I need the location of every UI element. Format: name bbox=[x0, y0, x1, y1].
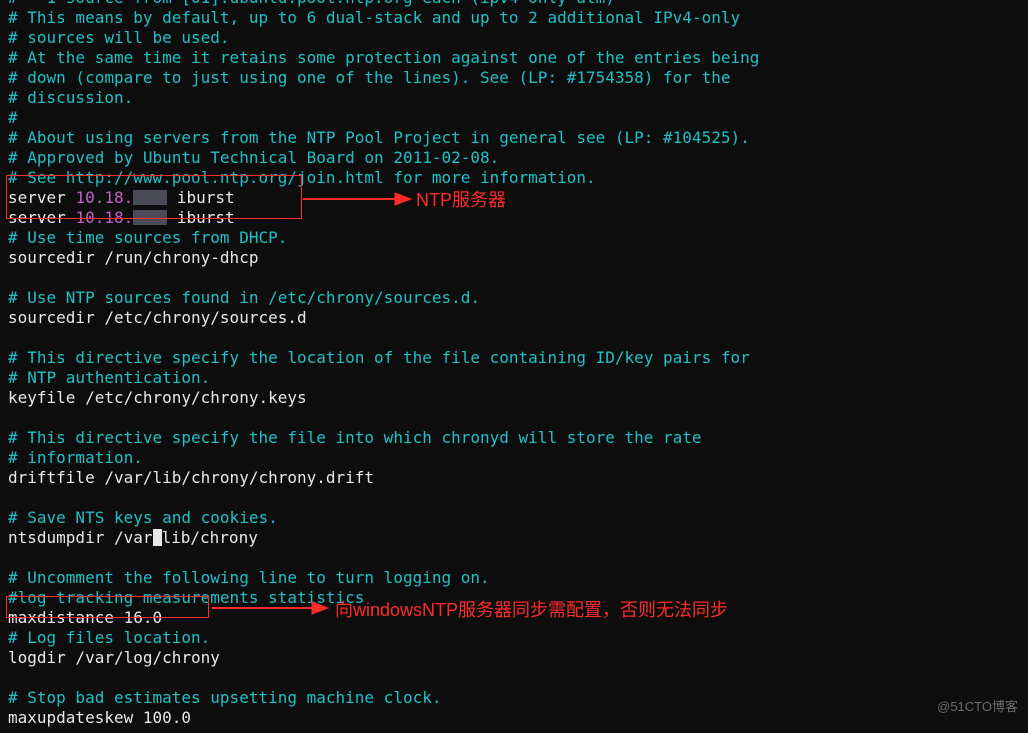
comment-text: # About using servers from the NTP Pool … bbox=[8, 128, 750, 147]
config-directive: maxdistance 16.0 bbox=[8, 608, 162, 627]
comment-text: # 1 source from [01].ubuntu.pool.ntp.org… bbox=[8, 0, 615, 7]
annotation-label-ntp: NTP服务器 bbox=[416, 186, 506, 212]
comment-text: # Use NTP sources found in /etc/chrony/s… bbox=[8, 288, 480, 307]
config-directive: driftfile /var/lib/chrony/chrony.drift bbox=[8, 468, 374, 487]
terminal-line bbox=[8, 328, 1028, 348]
comment-text: # At the same time it retains some prote… bbox=[8, 48, 759, 67]
comment-text: # Approved by Ubuntu Technical Board on … bbox=[8, 148, 499, 167]
watermark: @51CTO博客 bbox=[937, 696, 1018, 715]
terminal-line: # 1 source from [01].ubuntu.pool.ntp.org… bbox=[8, 0, 1028, 8]
terminal-line: # down (compare to just using one of the… bbox=[8, 68, 1028, 88]
terminal-line: sourcedir /run/chrony-dhcp bbox=[8, 248, 1028, 268]
terminal-line: # Stop bad estimates upsetting machine c… bbox=[8, 688, 1028, 708]
terminal-line: # discussion. bbox=[8, 88, 1028, 108]
terminal-line: # Use time sources from DHCP. bbox=[8, 228, 1028, 248]
terminal-line: server 10.18. iburst bbox=[8, 188, 1028, 208]
comment-text: # NTP authentication. bbox=[8, 368, 210, 387]
comment-text: # Uncomment the following line to turn l… bbox=[8, 568, 490, 587]
terminal-line bbox=[8, 548, 1028, 568]
terminal-line: # sources will be used. bbox=[8, 28, 1028, 48]
config-directive: keyfile /etc/chrony/chrony.keys bbox=[8, 388, 307, 407]
redacted-segment bbox=[133, 190, 167, 205]
comment-text: # This directive specify the location of… bbox=[8, 348, 750, 367]
comment-text: # discussion. bbox=[8, 88, 133, 107]
comment-text: # See http://www.pool.ntp.org/join.html … bbox=[8, 168, 596, 187]
terminal-line: # NTP authentication. bbox=[8, 368, 1028, 388]
terminal-line: # bbox=[8, 108, 1028, 128]
terminal-line: driftfile /var/lib/chrony/chrony.drift bbox=[8, 468, 1028, 488]
terminal-line: # At the same time it retains some prote… bbox=[8, 48, 1028, 68]
terminal-line: # Save NTS keys and cookies. bbox=[8, 508, 1028, 528]
terminal-line bbox=[8, 408, 1028, 428]
server-ip: 10.18. bbox=[75, 208, 133, 227]
terminal-line: # Uncomment the following line to turn l… bbox=[8, 568, 1028, 588]
comment-text: # This means by default, up to 6 dual-st… bbox=[8, 8, 740, 27]
server-keyword: server bbox=[8, 188, 75, 207]
annotation-label-maxdistance: 向windowsNTP服务器同步需配置，否则无法同步 bbox=[335, 596, 728, 622]
config-directive: sourcedir /run/chrony-dhcp bbox=[8, 248, 258, 267]
terminal-line: # information. bbox=[8, 448, 1028, 468]
terminal-line: # This directive specify the location of… bbox=[8, 348, 1028, 368]
comment-text: # bbox=[8, 108, 18, 127]
server-option: iburst bbox=[167, 208, 234, 227]
terminal-line bbox=[8, 488, 1028, 508]
config-directive: maxupdateskew 100.0 bbox=[8, 708, 191, 727]
comment-text: # Log files location. bbox=[8, 628, 210, 647]
terminal-line: keyfile /etc/chrony/chrony.keys bbox=[8, 388, 1028, 408]
server-ip: 10.18. bbox=[75, 188, 133, 207]
terminal-line: # Use NTP sources found in /etc/chrony/s… bbox=[8, 288, 1028, 308]
annotation-arrow-ntp bbox=[303, 188, 413, 210]
config-directive: logdir /var/log/chrony bbox=[8, 648, 220, 667]
annotation-arrow-maxdistance bbox=[212, 598, 332, 620]
terminal-cursor bbox=[153, 529, 162, 546]
terminal-line: # This means by default, up to 6 dual-st… bbox=[8, 8, 1028, 28]
comment-text: # This directive specify the file into w… bbox=[8, 428, 702, 447]
server-keyword: server bbox=[8, 208, 75, 227]
terminal-line: # See http://www.pool.ntp.org/join.html … bbox=[8, 168, 1028, 188]
comment-text: # sources will be used. bbox=[8, 28, 230, 47]
terminal-line: maxupdateskew 100.0 bbox=[8, 708, 1028, 728]
comment-text: # down (compare to just using one of the… bbox=[8, 68, 730, 87]
terminal-line: ntsdumpdir /var lib/chrony bbox=[8, 528, 1028, 548]
terminal-line: # This directive specify the file into w… bbox=[8, 428, 1028, 448]
terminal-line: server 10.18. iburst bbox=[8, 208, 1028, 228]
redacted-segment bbox=[133, 210, 167, 225]
config-directive: sourcedir /etc/chrony/sources.d bbox=[8, 308, 307, 327]
comment-text: # Save NTS keys and cookies. bbox=[8, 508, 278, 527]
config-directive: ntsdumpdir /var bbox=[8, 528, 153, 547]
terminal-line: sourcedir /etc/chrony/sources.d bbox=[8, 308, 1028, 328]
terminal-line: logdir /var/log/chrony bbox=[8, 648, 1028, 668]
config-directive: lib/chrony bbox=[162, 528, 258, 547]
comment-text: # Stop bad estimates upsetting machine c… bbox=[8, 688, 441, 707]
comment-text: # information. bbox=[8, 448, 143, 467]
terminal-line: # About using servers from the NTP Pool … bbox=[8, 128, 1028, 148]
comment-text: # Use time sources from DHCP. bbox=[8, 228, 287, 247]
server-option: iburst bbox=[167, 188, 234, 207]
terminal-line bbox=[8, 668, 1028, 688]
terminal-line: # Approved by Ubuntu Technical Board on … bbox=[8, 148, 1028, 168]
terminal-line bbox=[8, 268, 1028, 288]
terminal-line: # Log files location. bbox=[8, 628, 1028, 648]
